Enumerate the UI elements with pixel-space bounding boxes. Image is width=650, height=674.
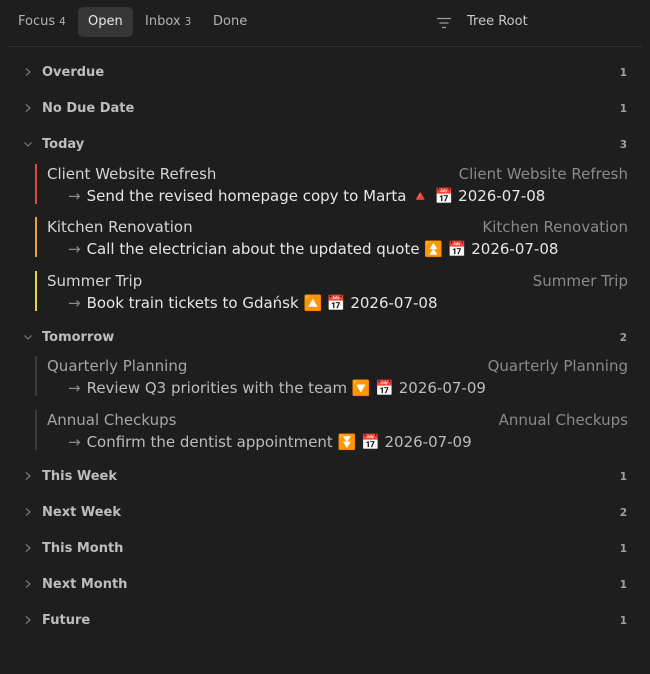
arrow-icon: → [68,433,81,451]
group-title: Today [42,137,85,152]
task-text: Book train tickets to Gdańsk 🔼 📅 2026-07… [86,294,438,312]
group-count: 2 [619,507,627,519]
tab-done[interactable]: Done [203,7,257,37]
project-name[interactable]: Client Website Refresh [47,165,216,183]
tree-root-selector[interactable]: Tree Root [467,7,528,37]
project-client-website-refresh: Client Website Refresh Client Website Re… [35,164,628,208]
group-count: 2 [619,332,627,344]
project-name[interactable]: Kitchen Renovation [47,218,193,236]
group-title: No Due Date [42,101,135,116]
chevron-right-icon [25,544,31,552]
filter-icon[interactable] [436,15,452,31]
group-today[interactable]: Today 3 [20,133,632,157]
group-count: 3 [619,139,627,151]
group-title: This Month [42,541,124,556]
group-count: 1 [619,103,627,115]
group-no-due-date[interactable]: No Due Date 1 [20,97,632,121]
task-item[interactable]: → Send the revised homepage copy to Marta… [68,187,545,205]
group-future[interactable]: Future 1 [20,609,632,633]
group-next-week[interactable]: Next Week 2 [20,501,632,525]
tab-open[interactable]: Open [78,7,133,37]
task-item[interactable]: → Confirm the dentist appointment ⏬ 📅 202… [68,433,472,451]
tab-inbox[interactable]: Inbox 3 [135,7,201,37]
project-color-bar [35,217,37,257]
project-color-bar [35,271,37,311]
group-title: Future [42,613,91,628]
project-color-bar [35,164,37,204]
group-tomorrow[interactable]: Tomorrow 2 [20,326,632,350]
chevron-right-icon [25,616,31,624]
group-count: 1 [619,579,627,591]
task-text: Send the revised homepage copy to Marta … [86,187,546,205]
project-name[interactable]: Annual Checkups [47,411,176,429]
project-quarterly-planning: Quarterly Planning Quarterly Planning → R… [35,356,628,400]
view-tab-bar: Focus 4 Open Inbox 3 Done Tree Root [8,0,642,47]
project-name[interactable]: Quarterly Planning [47,357,187,375]
task-item[interactable]: → Call the electrician about the updated … [68,240,558,258]
group-overdue[interactable]: Overdue 1 [20,61,632,85]
chevron-down-icon [24,335,32,340]
task-text: Call the electrician about the updated q… [86,240,559,258]
task-item[interactable]: → Book train tickets to Gdańsk 🔼 📅 2026-0… [68,294,438,312]
group-count: 1 [619,543,627,555]
project-link[interactable]: Summer Trip [533,272,628,290]
chevron-right-icon [25,580,31,588]
project-link[interactable]: Quarterly Planning [488,357,628,375]
chevron-right-icon [25,472,31,480]
chevron-right-icon [25,104,31,112]
task-text: Review Q3 priorities with the team 🔽 📅 2… [86,379,486,397]
tab-count: 3 [184,16,192,28]
arrow-icon: → [68,187,81,205]
tab-label: Inbox [145,14,181,29]
project-link[interactable]: Client Website Refresh [459,165,628,183]
group-title: Tomorrow [42,330,115,345]
project-kitchen-renovation: Kitchen Renovation Kitchen Renovation → C… [35,217,628,261]
arrow-icon: → [68,240,81,258]
project-color-bar [35,410,37,450]
project-color-bar [35,356,37,396]
project-name[interactable]: Summer Trip [47,272,142,290]
tab-label: Open [88,14,123,29]
task-item[interactable]: → Review Q3 priorities with the team 🔽 📅 … [68,379,486,397]
project-summer-trip: Summer Trip Summer Trip → Book train tick… [35,271,628,315]
group-next-month[interactable]: Next Month 1 [20,573,632,597]
project-link[interactable]: Annual Checkups [499,411,628,429]
task-text: Confirm the dentist appointment ⏬ 📅 2026… [86,433,472,451]
project-link[interactable]: Kitchen Renovation [482,218,628,236]
arrow-icon: → [68,294,81,312]
group-count: 1 [619,615,627,627]
group-title: Overdue [42,65,105,80]
tab-label: Focus [18,14,56,29]
arrow-icon: → [68,379,81,397]
group-title: Next Week [42,505,121,520]
chevron-right-icon [25,508,31,516]
group-this-month[interactable]: This Month 1 [20,537,632,561]
tab-label: Done [213,14,248,29]
project-annual-checkups: Annual Checkups Annual Checkups → Confirm… [35,410,628,454]
group-this-week[interactable]: This Week 1 [20,465,632,489]
group-title: Next Month [42,577,128,592]
group-count: 1 [619,67,627,79]
tab-count: 4 [59,16,66,28]
chevron-right-icon [25,68,31,76]
tab-focus[interactable]: Focus 4 [8,7,76,37]
group-count: 1 [619,471,627,483]
chevron-down-icon [24,142,32,147]
group-title: This Week [42,469,117,484]
